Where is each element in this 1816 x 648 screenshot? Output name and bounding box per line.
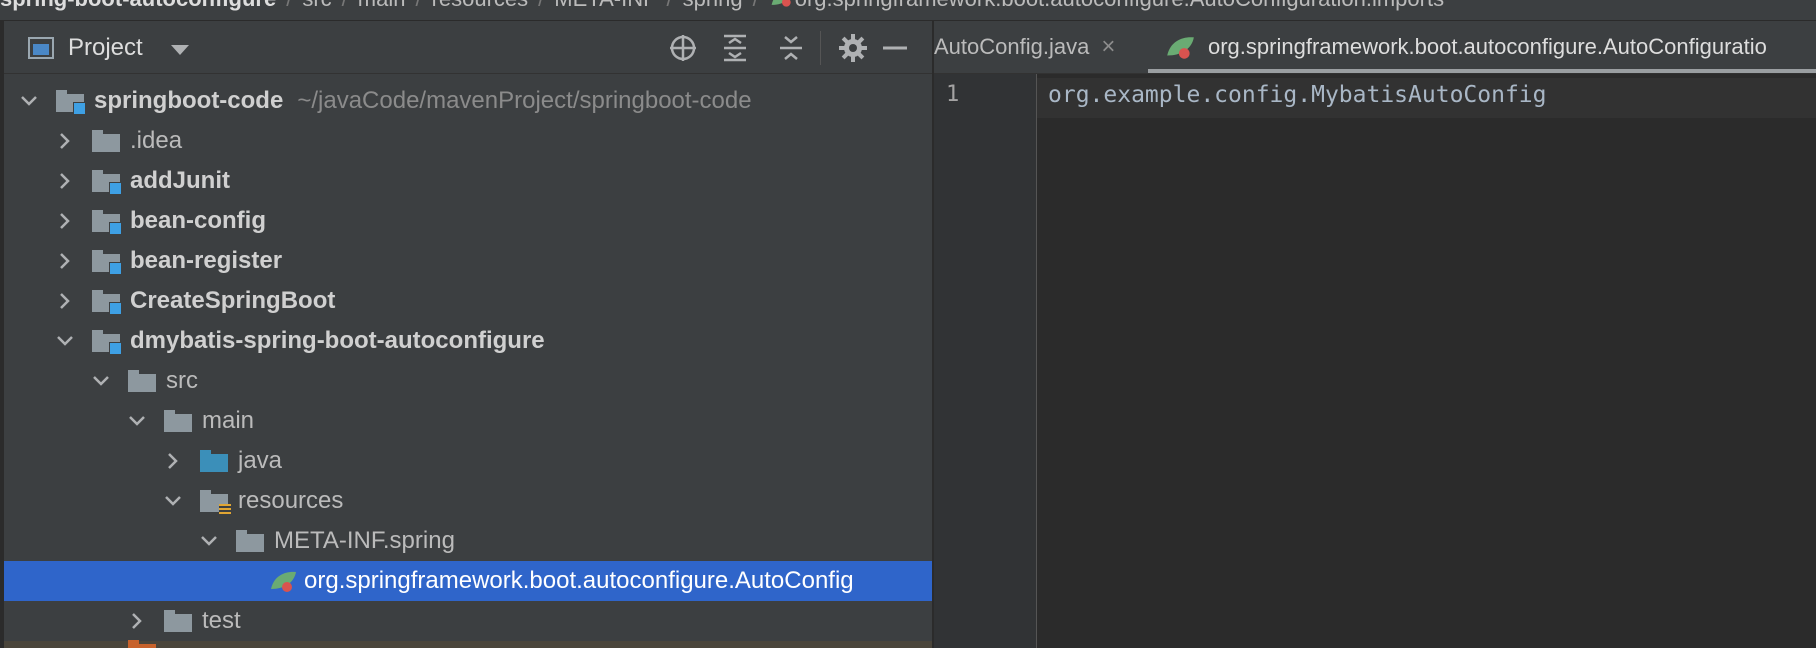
expand-all-icon[interactable] xyxy=(720,33,750,63)
project-panel: Project springboot-code ~/javaCode/maven… xyxy=(4,21,932,648)
chevron-down-icon[interactable] xyxy=(200,532,218,550)
tree-row-createspringboot[interactable]: CreateSpringBoot xyxy=(4,281,932,321)
breadcrumb: spring-boot-autoconfigure / src / main / resou… xyxy=(0,0,1816,21)
chevron-down-icon[interactable] xyxy=(128,412,146,430)
folder-icon xyxy=(128,370,156,392)
chevron-down-icon[interactable] xyxy=(56,332,74,350)
breadcrumb-separator: / xyxy=(667,0,673,11)
tree-item-label: test xyxy=(202,607,241,634)
tab-autoconfiguration-imports[interactable]: org.springframework.boot.autoconfigure.A… xyxy=(1148,21,1767,73)
chevron-right-icon[interactable] xyxy=(56,292,74,310)
excluded-folder-icon xyxy=(128,640,156,648)
breadcrumb-item[interactable]: src xyxy=(302,0,331,11)
breadcrumb-item[interactable]: main xyxy=(358,0,406,11)
locate-icon[interactable] xyxy=(668,33,698,63)
module-folder-icon xyxy=(92,250,122,275)
code-line[interactable]: org.example.config.MybatisAutoConfig xyxy=(1048,82,1547,108)
module-folder-icon xyxy=(92,330,122,355)
tree-row-src[interactable]: src xyxy=(4,361,932,401)
resources-folder-icon xyxy=(200,490,231,516)
tree-row-resources[interactable]: resources xyxy=(4,481,932,521)
chevron-down-icon[interactable] xyxy=(170,44,189,55)
breadcrumb-item[interactable]: resources xyxy=(432,0,529,11)
editor-tab-bar: AutoConfig.java × org.springframework.bo… xyxy=(934,21,1816,74)
tree-item-label: dmybatis-spring-boot-autoconfigure xyxy=(130,327,545,354)
chevron-right-icon[interactable] xyxy=(128,612,146,630)
tree-item-label: main xyxy=(202,407,255,434)
breadcrumb-separator: / xyxy=(415,0,421,11)
tree-item-label: springboot-code xyxy=(94,87,284,114)
tree-row-springboot-code[interactable]: springboot-code ~/javaCode/mavenProject/… xyxy=(4,81,932,121)
tree-item-label: java xyxy=(238,447,283,474)
collapse-all-icon[interactable] xyxy=(776,33,806,63)
tree-item-label: .idea xyxy=(130,127,183,154)
project-view-selector[interactable]: Project xyxy=(28,33,189,63)
tree-item-label: addJunit xyxy=(130,167,230,194)
tree-row-java[interactable]: java xyxy=(4,441,932,481)
tree-row-dmybatis-autoconfigure[interactable]: dmybatis-spring-boot-autoconfigure xyxy=(4,321,932,361)
chevron-right-icon[interactable] xyxy=(56,172,74,190)
gear-icon[interactable] xyxy=(838,33,868,63)
tree-item-label: bean-register xyxy=(130,247,283,274)
chevron-down-icon[interactable] xyxy=(164,492,182,510)
chevron-right-icon[interactable] xyxy=(164,452,182,470)
folder-icon xyxy=(92,130,120,152)
tree-row-addjunit[interactable]: addJunit xyxy=(4,161,932,201)
line-number: 1 xyxy=(946,82,960,107)
chevron-down-icon[interactable] xyxy=(20,92,38,110)
spring-leaf-icon xyxy=(1167,37,1194,59)
folder-icon xyxy=(164,610,192,632)
editor-gutter xyxy=(934,74,1037,648)
tree-row-meta-inf-spring[interactable]: META-INF.spring xyxy=(4,521,932,561)
breadcrumb-separator: / xyxy=(342,0,348,11)
minimize-icon[interactable] xyxy=(880,33,910,63)
folder-icon xyxy=(236,530,264,552)
project-panel-header: Project xyxy=(4,21,932,74)
header-divider xyxy=(820,31,821,65)
breadcrumb-item[interactable]: spring xyxy=(683,0,743,11)
tree-item-label: org.springframework.boot.autoconfigure.A… xyxy=(304,567,854,594)
tree-item-label: META-INF.spring xyxy=(274,527,455,554)
tree-item-label: bean-config xyxy=(130,207,266,234)
tab-label: org.springframework.boot.autoconfigure.A… xyxy=(1208,34,1767,59)
chevron-right-icon[interactable] xyxy=(56,132,74,150)
module-folder-icon xyxy=(92,170,122,195)
active-tab-indicator xyxy=(1148,69,1816,73)
folder-icon xyxy=(164,410,192,432)
tree-row-autoconfig-imports[interactable]: org.springframework.boot.autoconfigure.A… xyxy=(4,561,932,601)
tree-item-label: src xyxy=(166,367,198,394)
tree-item-label: CreateSpringBoot xyxy=(130,287,336,314)
breadcrumb-separator: / xyxy=(538,0,544,11)
spring-leaf-icon xyxy=(771,0,791,7)
tree-row-main[interactable]: main xyxy=(4,401,932,441)
project-panel-title: Project xyxy=(68,34,143,61)
tree-row-idea[interactable]: .idea xyxy=(4,121,932,161)
module-folder-icon xyxy=(56,90,86,115)
breadcrumb-item[interactable]: META-INF xyxy=(554,0,656,11)
spring-leaf-icon xyxy=(271,571,296,592)
tab-autoconfig-java[interactable]: AutoConfig.java × xyxy=(934,21,1115,73)
tree-row-bean-config[interactable]: bean-config xyxy=(4,201,932,241)
module-folder-icon xyxy=(92,210,122,235)
tree-row-partial[interactable] xyxy=(4,640,932,648)
tree-row-test[interactable]: test xyxy=(4,601,932,641)
chevron-right-icon[interactable] xyxy=(56,212,74,230)
breadcrumb-item[interactable]: org.springframework.boot.autoconfigure.A… xyxy=(795,0,1444,11)
module-folder-icon xyxy=(92,290,122,315)
source-folder-icon xyxy=(200,450,228,472)
breadcrumb-separator: / xyxy=(286,0,292,11)
chevron-right-icon[interactable] xyxy=(56,252,74,270)
close-icon[interactable]: × xyxy=(1101,33,1115,61)
project-icon xyxy=(28,37,54,59)
tree-row-bean-register[interactable]: bean-register xyxy=(4,241,932,281)
breadcrumb-separator: / xyxy=(753,0,759,11)
tree-item-path: ~/javaCode/mavenProject/springboot-code xyxy=(297,87,752,114)
tab-label: AutoConfig.java xyxy=(934,34,1090,59)
breadcrumb-item[interactable]: spring-boot-autoconfigure xyxy=(0,0,276,11)
chevron-down-icon[interactable] xyxy=(92,372,110,390)
tree-item-label: resources xyxy=(238,487,344,514)
